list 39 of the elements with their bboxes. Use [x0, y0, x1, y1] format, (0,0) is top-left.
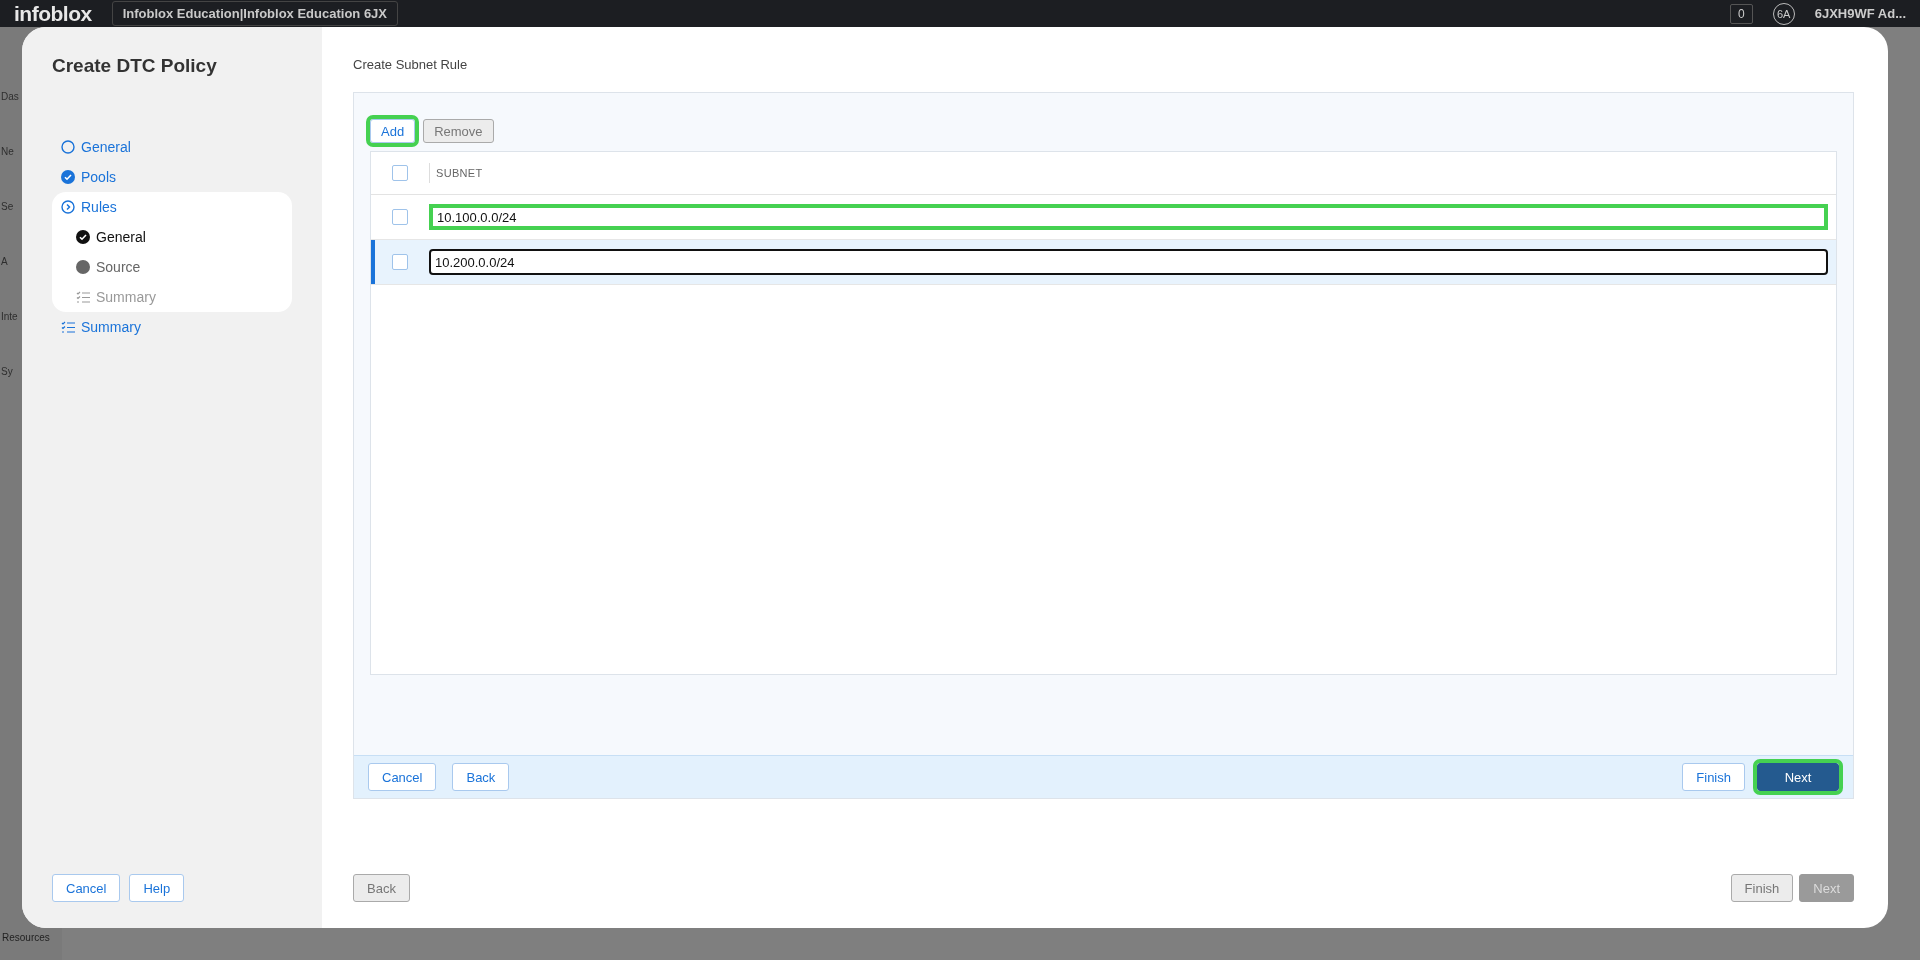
dot-icon — [76, 260, 90, 274]
check-circle-icon — [61, 170, 75, 184]
panel-button[interactable]: Back — [452, 763, 510, 791]
panel-button[interactable]: Cancel — [368, 763, 437, 791]
row-checkbox[interactable] — [392, 254, 408, 270]
section-title: Create Subnet Rule — [353, 57, 469, 74]
circle-icon — [61, 140, 75, 154]
wizard-substep[interactable]: General — [52, 222, 292, 252]
nav-item[interactable]: Sy — [0, 366, 13, 421]
wizard-step[interactable]: Rules — [52, 192, 292, 222]
dialog-button[interactable]: Cancel — [52, 874, 121, 902]
nav-item[interactable]: A — [0, 256, 8, 311]
user-menu[interactable]: 6JXH9WF Ad... — [1814, 6, 1906, 21]
nav-item[interactable]: Inte — [0, 311, 18, 366]
notification-count[interactable]: 0 — [1730, 3, 1753, 24]
wizard-substep[interactable]: Source — [52, 252, 292, 282]
check-circle-icon — [76, 230, 90, 244]
nav-item[interactable]: Se — [0, 201, 14, 256]
nav-item[interactable]: Das — [0, 91, 19, 146]
nav-item[interactable]: Resources — [2, 932, 50, 943]
wizard-step[interactable]: Pools — [52, 162, 292, 192]
chevron-circle-icon — [61, 200, 75, 214]
checklist-icon — [61, 320, 75, 334]
column-header: SUBNET — [429, 163, 489, 183]
account-selector[interactable]: Infoblox Education|Infoblox Education 6JX — [111, 1, 399, 26]
row-checkbox[interactable] — [392, 209, 408, 225]
logo: infoblox — [14, 1, 92, 26]
table-row[interactable]: 10.200.0.0/24 — [371, 240, 1836, 285]
subnet-field[interactable]: 10.100.0.0/24 — [429, 204, 1828, 230]
wizard-step[interactable]: Summary — [52, 312, 292, 342]
select-all-checkbox[interactable] — [392, 165, 408, 181]
dialog-title: Create DTC Policy — [52, 55, 218, 77]
wizard-substep[interactable]: Summary — [52, 282, 292, 312]
checklist-icon — [76, 290, 90, 304]
wizard-step[interactable]: General — [52, 132, 292, 162]
subnet-field[interactable]: 10.200.0.0/24 — [429, 249, 1828, 275]
dialog-button[interactable]: Help — [129, 874, 185, 902]
nav-item[interactable]: Ne — [0, 146, 14, 201]
panel-button[interactable]: Finish — [1682, 763, 1745, 791]
